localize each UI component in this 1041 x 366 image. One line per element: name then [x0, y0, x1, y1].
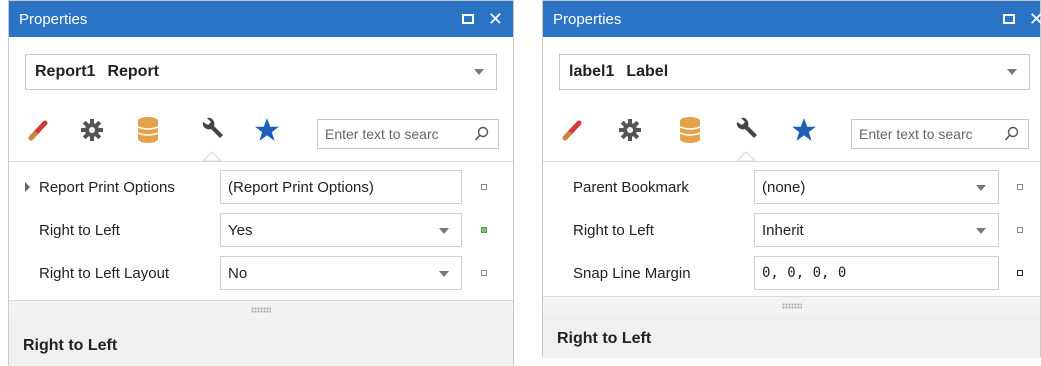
property-dropdown[interactable]: Inherit	[754, 213, 999, 247]
description-title: Right to Left	[557, 330, 652, 347]
splitter-grip-icon[interactable]	[251, 307, 271, 313]
title-bar: Properties ✕	[9, 1, 513, 37]
description-splitter[interactable]	[9, 300, 513, 319]
close-icon[interactable]: ✕	[1029, 10, 1041, 28]
maximize-icon[interactable]	[461, 14, 474, 24]
property-marker[interactable]	[1017, 184, 1023, 190]
property-modified-marker[interactable]	[481, 227, 487, 233]
title-bar: Properties ✕	[543, 1, 1041, 37]
selected-tab-pointer	[203, 151, 221, 161]
close-icon[interactable]: ✕	[488, 10, 503, 28]
favorites-star-icon[interactable]	[789, 115, 819, 145]
component-type: Label	[626, 63, 669, 80]
description-panel: Right to Left	[9, 319, 513, 366]
properties-panel-right: Properties ✕ label1 Label Enter text to …	[542, 0, 1041, 358]
design-wrench-icon[interactable]	[731, 115, 761, 145]
appearance-brush-icon[interactable]	[557, 115, 587, 145]
panel-title: Properties	[553, 10, 622, 28]
data-database-icon[interactable]	[675, 115, 705, 145]
description-title: Right to Left	[23, 337, 118, 354]
search-input[interactable]: Enter text to searc	[851, 119, 1029, 149]
expand-arrow-icon[interactable]	[25, 182, 30, 192]
chevron-down-icon	[439, 271, 449, 277]
appearance-brush-icon[interactable]	[23, 115, 53, 145]
search-icon	[474, 126, 489, 141]
component-selector[interactable]: Report1 Report	[25, 54, 497, 90]
selected-tab-pointer	[737, 151, 755, 161]
properties-panel-left: Properties ✕ Report1 Report Enter text t…	[8, 0, 514, 366]
property-value-text: No	[228, 264, 248, 282]
property-row[interactable]: Parent Bookmark (none)	[543, 165, 1040, 209]
property-grid: Report Print Options (Report Print Optio…	[9, 161, 513, 290]
property-dropdown[interactable]: Yes	[220, 213, 462, 247]
property-marker[interactable]	[481, 184, 487, 190]
behavior-gear-icon[interactable]	[615, 115, 645, 145]
splitter-grip-icon[interactable]	[781, 303, 802, 309]
description-splitter[interactable]	[543, 296, 1040, 315]
chevron-down-icon	[439, 228, 449, 234]
chevron-down-icon	[976, 228, 986, 234]
component-selector[interactable]: label1 Label	[559, 54, 1030, 90]
chevron-down-icon	[976, 185, 986, 191]
description-panel: Right to Left	[543, 315, 1040, 358]
property-value-text: Yes	[228, 221, 253, 239]
property-label: Snap Line Margin	[573, 264, 691, 282]
property-value[interactable]: (Report Print Options)	[220, 170, 462, 204]
property-value-text: 0, 0, 0, 0	[762, 265, 847, 281]
design-wrench-icon[interactable]	[197, 115, 227, 145]
property-row[interactable]: Right to Left Inherit	[543, 208, 1040, 252]
search-icon	[1004, 126, 1019, 141]
component-name: Report1	[35, 63, 96, 80]
property-grid: Parent Bookmark (none) Right to Left Inh…	[543, 161, 1040, 290]
property-value-text: Inherit	[762, 221, 804, 239]
property-row[interactable]: Right to Left Layout No	[9, 251, 513, 295]
search-placeholder: Enter text to searc	[325, 126, 439, 142]
search-input[interactable]: Enter text to searc	[317, 119, 499, 149]
search-placeholder: Enter text to searc	[859, 126, 973, 142]
property-value-text: (none)	[762, 178, 806, 196]
property-label: Right to Left	[39, 221, 120, 239]
chevron-down-icon	[1007, 69, 1017, 75]
property-value-text: (Report Print Options)	[228, 178, 374, 196]
property-marker[interactable]	[1017, 227, 1023, 233]
maximize-icon[interactable]	[1002, 14, 1015, 24]
chevron-down-icon	[474, 69, 484, 75]
property-row[interactable]: Report Print Options (Report Print Optio…	[9, 165, 513, 209]
data-database-icon[interactable]	[133, 115, 163, 145]
component-name: label1	[569, 63, 615, 80]
panel-title: Properties	[19, 10, 88, 28]
property-marker[interactable]	[1017, 270, 1023, 276]
property-label: Right to Left	[573, 221, 654, 239]
property-row[interactable]: Right to Left Yes	[9, 208, 513, 252]
property-value[interactable]: 0, 0, 0, 0	[754, 256, 999, 290]
property-row[interactable]: Snap Line Margin 0, 0, 0, 0	[543, 251, 1040, 295]
property-label: Parent Bookmark	[573, 178, 689, 196]
behavior-gear-icon[interactable]	[77, 115, 107, 145]
property-dropdown[interactable]: (none)	[754, 170, 999, 204]
component-type: Report	[107, 63, 160, 80]
property-dropdown[interactable]: No	[220, 256, 462, 290]
property-label: Right to Left Layout	[39, 264, 170, 282]
property-marker[interactable]	[481, 270, 487, 276]
favorites-star-icon[interactable]	[252, 115, 282, 145]
property-label: Report Print Options	[39, 178, 175, 196]
